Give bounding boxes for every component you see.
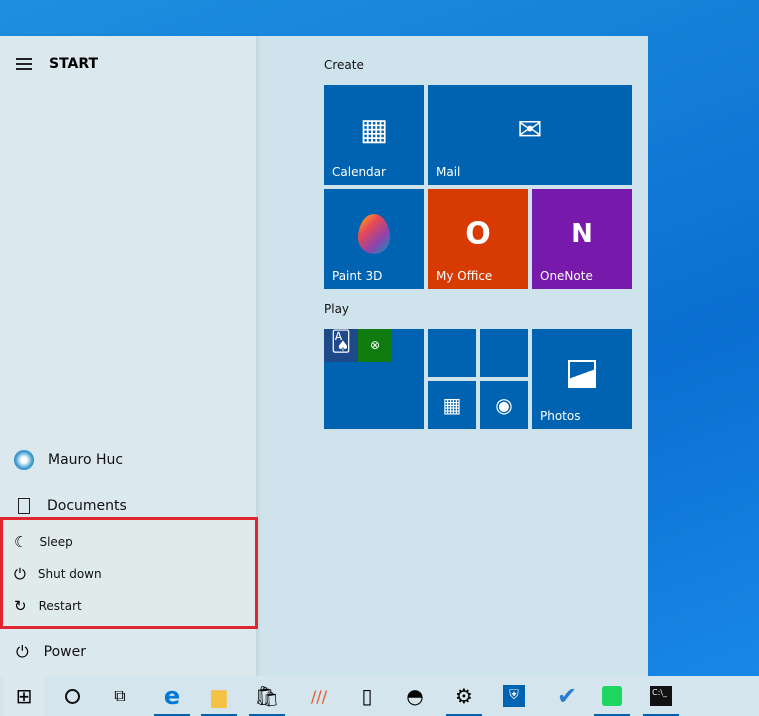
tile-photos[interactable]: Photos [532,329,632,429]
tile-calendar[interactable]: ▦ Calendar [324,85,424,185]
group-play: Play [324,302,350,316]
solitaire-icon: 🂡 [324,329,358,362]
start-title: START [49,56,99,72]
photos-icon [568,360,596,388]
group-create: Create [324,58,364,72]
power-icon: ⏻ [16,642,29,661]
tile-small-1[interactable] [428,329,476,377]
user-account[interactable]: Mauro Huc [14,450,123,470]
sleep-option[interactable]: ☾ Sleep [14,533,73,551]
avatar [14,450,34,470]
phone-icon[interactable]: ▯ [347,676,387,716]
shutdown-option[interactable]: ⏻ Shut down [14,565,102,583]
spotify-icon[interactable] [592,676,632,716]
file-explorer-icon[interactable]: ▆ [199,676,239,716]
tile-maps[interactable]: ◉ [480,381,528,429]
calculator-icon: ▦ [442,393,462,417]
mail-icon: ✉ [517,112,543,148]
maps-pin-icon: ◉ [495,393,513,417]
restart-icon: ↻ [14,597,27,615]
windows-start-icon[interactable]: ⊞ [4,676,44,716]
todo-check-icon[interactable]: ✔ [547,676,587,716]
tile-small-2[interactable] [480,329,528,377]
paint3d-icon [358,214,390,254]
calendar-icon: ▦ [359,112,389,148]
restart-option[interactable]: ↻ Restart [14,597,82,615]
edge-icon[interactable]: e [152,676,192,716]
document-icon [18,498,30,514]
xbox-icon: ⊗ [358,329,392,362]
hamburger-menu-icon[interactable] [16,58,32,70]
taskbar: ⊞ ⧉ e ▆ 🛍 /// ▯ ◓ ⚙ ⛨ ✔ C:\_ [0,676,759,716]
tile-calculator[interactable]: ▦ [428,381,476,429]
documents-item[interactable]: Documents [18,498,127,514]
task-view-icon[interactable]: ⧉ [100,676,140,716]
power-icon: ⏻ [14,565,26,583]
power-button[interactable]: ⏻ Power [16,642,86,662]
store-icon[interactable]: 🛍 [247,676,287,716]
tile-mail[interactable]: ✉ Mail [428,85,632,185]
moon-icon: ☾ [14,533,28,551]
tile-paint3d[interactable]: Paint 3D [324,189,424,289]
onenote-icon: N [571,219,593,249]
tile-my-office[interactable]: O My Office [428,189,528,289]
security-shield-icon[interactable]: ⛨ [494,676,534,716]
settings-gear-icon[interactable]: ⚙ [444,676,484,716]
tile-play-folder[interactable]: 🂡 ⊗ [324,329,424,429]
app-stripes-icon[interactable]: /// [299,676,339,716]
office-icon: O [465,216,491,252]
cortana-icon[interactable] [52,676,92,716]
photos-app-icon[interactable]: ◓ [395,676,435,716]
tile-onenote[interactable]: N OneNote [532,189,632,289]
terminal-icon[interactable]: C:\_ [641,676,681,716]
